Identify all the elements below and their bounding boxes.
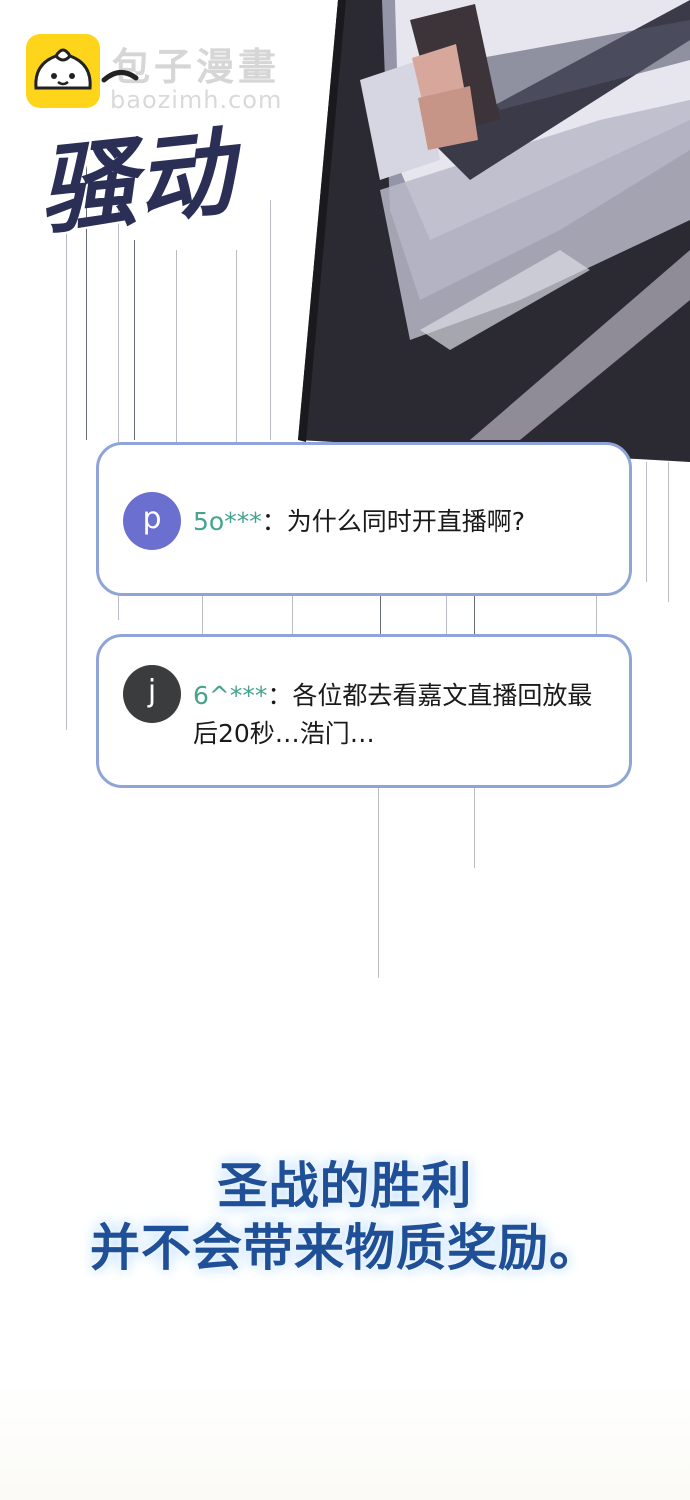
speed-line [202, 596, 203, 636]
speed-line [474, 788, 475, 868]
speed-line [380, 596, 381, 636]
speed-line [668, 462, 669, 602]
bun-mascot-icon [34, 48, 92, 90]
chat-separator: ： [267, 681, 293, 710]
chat-username: 6^*** [193, 681, 268, 710]
speed-line [474, 596, 475, 636]
sound-effect-text: 骚动 [33, 115, 241, 248]
swirl-mark-icon [101, 70, 139, 83]
baozi-logo [26, 34, 100, 108]
speed-line [378, 788, 379, 978]
chat-message: 6^***：各位都去看嘉文直播回放最后20秒…浩门… [193, 677, 611, 753]
avatar: j [123, 665, 181, 723]
avatar: p [123, 492, 181, 550]
chat-separator: ： [261, 507, 287, 536]
chat-username: 5o*** [193, 507, 262, 536]
speed-line [292, 596, 293, 636]
speed-line [596, 596, 597, 636]
narration-caption-line: 并不会带来物质奖励。 [90, 1219, 600, 1277]
chat-text: 为什么同时开直播啊? [286, 507, 525, 536]
speed-line [646, 462, 647, 582]
comic-page: 包子漫畫 baozimh.com 骚动 p 5o***：为什么同时开直播啊? j… [0, 0, 690, 1500]
chat-bubble: j 6^***：各位都去看嘉文直播回放最后20秒…浩门… [96, 634, 632, 788]
speed-line [446, 596, 447, 636]
chat-message: 5o***：为什么同时开直播啊? [193, 503, 611, 541]
chat-bubble: p 5o***：为什么同时开直播啊? [96, 442, 632, 596]
